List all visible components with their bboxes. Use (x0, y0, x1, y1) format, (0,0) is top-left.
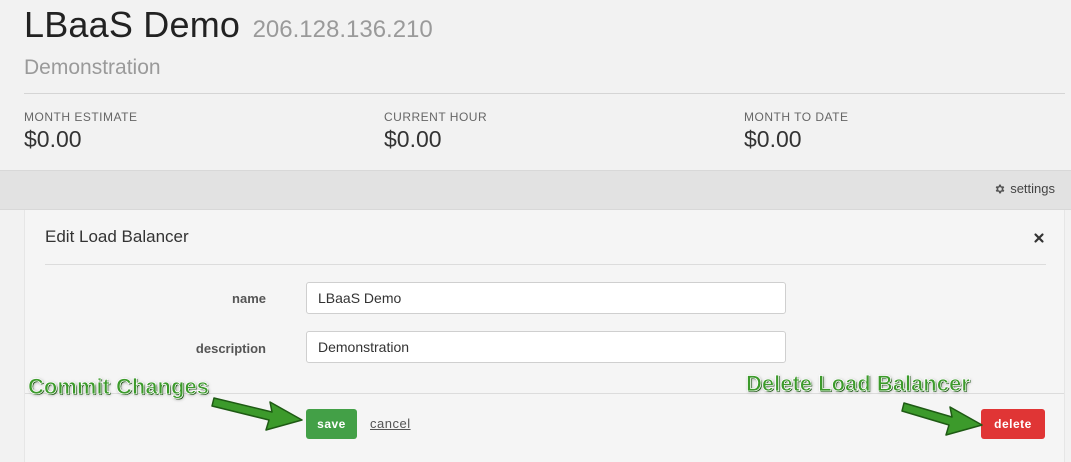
stat-label: MONTH ESTIMATE (24, 110, 138, 124)
gear-icon (994, 183, 1006, 195)
panel-title: Edit Load Balancer (45, 227, 189, 246)
panel-divider (45, 264, 1046, 265)
load-balancer-header: LBaaS Demo 206.128.136.210 Demonstration… (0, 0, 1071, 170)
commit-arrow-icon (211, 397, 303, 431)
name-input[interactable] (306, 282, 786, 314)
stat-label: MONTH TO DATE (744, 110, 849, 124)
stat-month-to-date: MONTH TO DATE $0.00 (744, 110, 849, 153)
load-balancer-name: LBaaS Demo (24, 4, 241, 45)
delete-button[interactable]: delete (981, 409, 1045, 439)
header-divider (24, 93, 1065, 94)
settings-label: settings (1010, 181, 1055, 196)
title-row: LBaaS Demo 206.128.136.210 (24, 4, 433, 46)
name-label: name (232, 291, 266, 306)
settings-bar: settings (0, 170, 1071, 210)
load-balancer-ip: 206.128.136.210 (252, 16, 433, 43)
cancel-link[interactable]: cancel (370, 416, 411, 431)
description-input[interactable] (306, 331, 786, 363)
delete-load-balancer-annotation: Delete Load Balancer (746, 371, 971, 397)
load-balancer-description: Demonstration (24, 56, 161, 79)
stat-current-hour: CURRENT HOUR $0.00 (384, 110, 487, 153)
description-label: description (195, 341, 266, 356)
commit-changes-annotation: Commit Changes (28, 374, 210, 400)
settings-link[interactable]: settings (994, 181, 1055, 196)
stat-month-estimate: MONTH ESTIMATE $0.00 (24, 110, 137, 153)
save-button[interactable]: save (306, 409, 357, 439)
stat-value: $0.00 (24, 126, 82, 152)
stat-value: $0.00 (384, 126, 442, 152)
delete-arrow-icon (901, 402, 983, 436)
close-icon[interactable] (1032, 231, 1046, 245)
stat-value: $0.00 (744, 126, 802, 152)
stat-label: CURRENT HOUR (384, 110, 488, 124)
